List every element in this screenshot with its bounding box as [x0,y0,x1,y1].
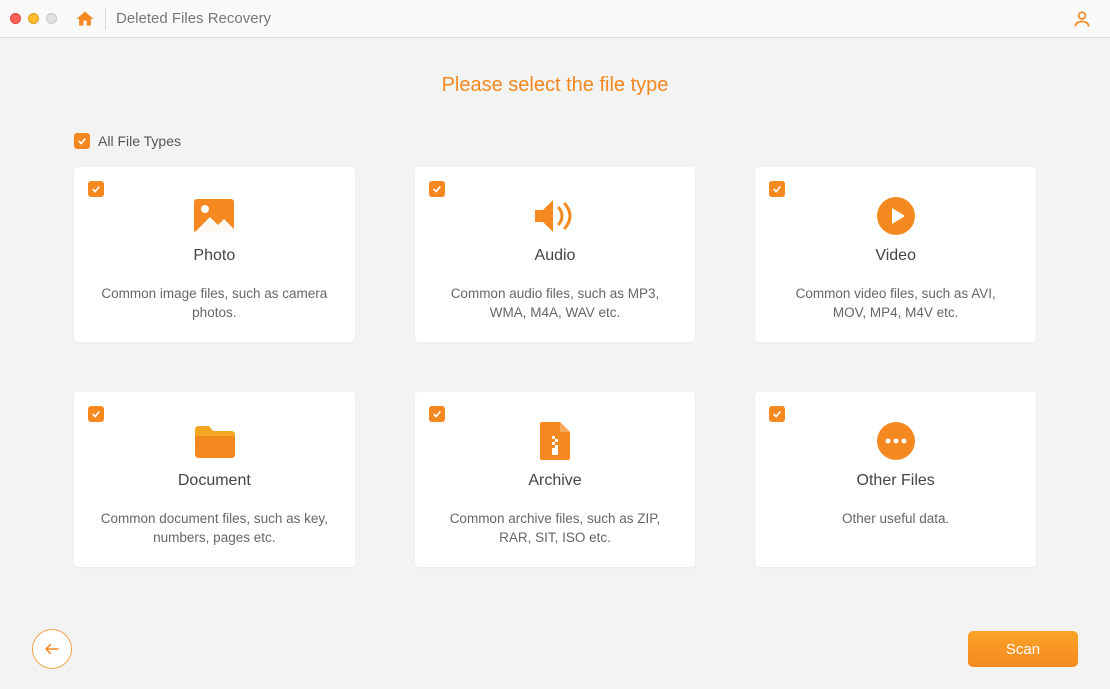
card-title: Document [90,472,339,490]
file-type-card-audio[interactable]: Audio Common audio files, such as MP3, W… [415,167,696,342]
card-title: Video [771,247,1020,265]
check-icon [77,136,87,146]
page-title: Deleted Files Recovery [116,10,271,27]
video-icon [877,197,915,235]
card-icon-wrap [90,195,339,237]
card-title: Other Files [771,472,1020,490]
main-content: Please select the file type All File Typ… [0,38,1110,567]
all-file-types-label: All File Types [98,133,181,149]
audio-icon [533,198,577,234]
footer: Scan [0,609,1110,689]
zoom-window-button[interactable] [46,13,57,24]
card-checkbox[interactable] [429,406,445,422]
card-checkbox[interactable] [88,181,104,197]
minimize-window-button[interactable] [28,13,39,24]
photo-icon [194,199,234,233]
user-icon [1072,9,1092,29]
card-title: Audio [431,247,680,265]
check-icon [772,184,782,194]
check-icon [91,184,101,194]
folder-icon [193,424,235,458]
file-type-card-photo[interactable]: Photo Common image files, such as camera… [74,167,355,342]
file-type-card-document[interactable]: Document Common document files, such as … [74,392,355,567]
file-type-card-other[interactable]: Other Files Other useful data. [755,392,1036,567]
account-button[interactable] [1068,5,1096,33]
card-icon-wrap [771,195,1020,237]
card-desc: Common image files, such as camera photo… [90,285,339,323]
card-checkbox[interactable] [769,406,785,422]
home-icon [75,9,95,29]
heading: Please select the file type [74,74,1036,97]
card-title: Archive [431,472,680,490]
card-icon-wrap [431,420,680,462]
card-desc: Other useful data. [771,510,1020,529]
file-type-grid: Photo Common image files, such as camera… [74,167,1036,567]
card-title: Photo [90,247,339,265]
all-file-types-row[interactable]: All File Types [74,133,1036,149]
arrow-left-icon [43,640,61,658]
all-file-types-checkbox[interactable] [74,133,90,149]
card-icon-wrap [431,195,680,237]
check-icon [432,184,442,194]
home-button[interactable] [71,5,99,33]
back-button[interactable] [32,629,72,669]
more-icon [877,422,915,460]
card-desc: Common video files, such as AVI, MOV, MP… [771,285,1020,323]
card-checkbox[interactable] [88,406,104,422]
check-icon [772,409,782,419]
scan-button[interactable]: Scan [968,631,1078,667]
title-bar: Deleted Files Recovery [0,0,1110,38]
divider [105,8,106,30]
file-type-card-video[interactable]: Video Common video files, such as AVI, M… [755,167,1036,342]
card-desc: Common audio files, such as MP3, WMA, M4… [431,285,680,323]
check-icon [432,409,442,419]
window-controls [10,13,57,24]
file-type-card-archive[interactable]: Archive Common archive files, such as ZI… [415,392,696,567]
card-checkbox[interactable] [429,181,445,197]
card-icon-wrap [90,420,339,462]
card-desc: Common document files, such as key, numb… [90,510,339,548]
close-window-button[interactable] [10,13,21,24]
card-desc: Common archive files, such as ZIP, RAR, … [431,510,680,548]
card-icon-wrap [771,420,1020,462]
check-icon [91,409,101,419]
archive-icon [540,422,570,460]
card-checkbox[interactable] [769,181,785,197]
